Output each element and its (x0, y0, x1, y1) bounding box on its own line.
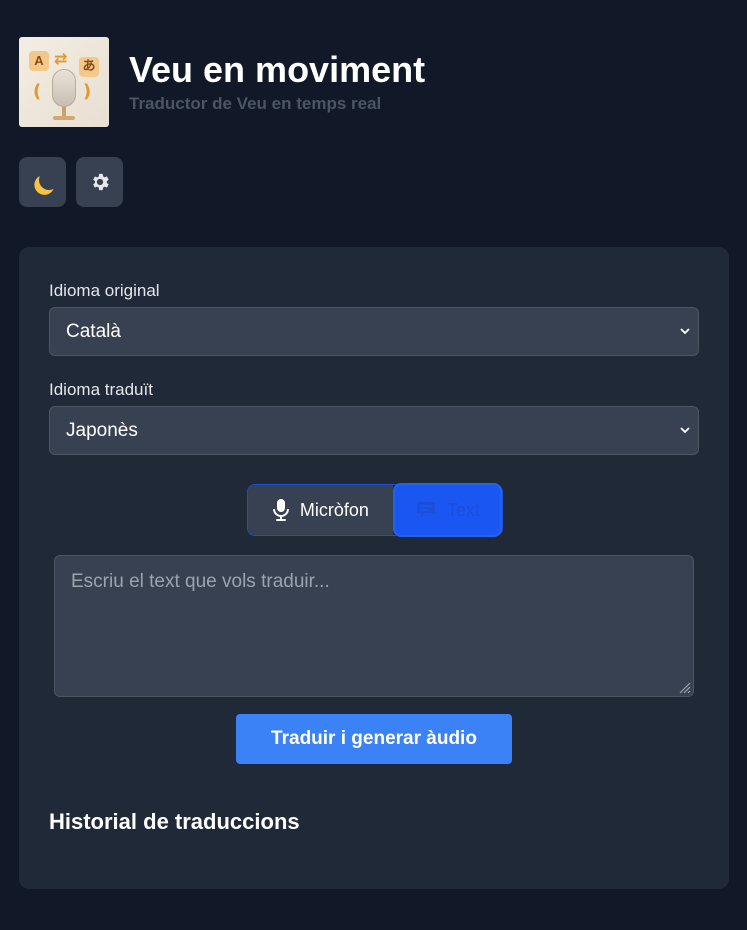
chat-bubble-icon (416, 502, 435, 517)
text-mode-button[interactable]: Text (392, 483, 502, 537)
microphone-logo-icon (52, 69, 76, 107)
settings-button[interactable] (76, 157, 123, 207)
target-language-label: Idioma traduït (49, 380, 153, 399)
moon-icon (36, 167, 62, 193)
sound-wave-left-icon: ( (33, 81, 42, 102)
title-block: Veu en moviment Traductor de Veu en temp… (129, 50, 425, 114)
target-language-select[interactable]: Japonès (49, 406, 699, 455)
input-mode-toggle: Micròfon Text (247, 483, 503, 537)
app-header: A ⇄ あ ( ) Veu en moviment Traductor de V… (19, 37, 425, 127)
translator-card: Idioma original Català Idioma traduït Ja… (19, 247, 729, 889)
history-title: Historial de traduccions (49, 809, 300, 834)
microphone-mode-label: Micròfon (299, 499, 369, 520)
app-title: Veu en moviment (129, 49, 426, 91)
sound-wave-right-icon: ) (83, 81, 92, 102)
source-language-select[interactable]: Català (49, 307, 699, 356)
translate-button[interactable]: Traduir i generar àudio (236, 714, 512, 764)
text-input[interactable]: Escriu el text que vols traduir... (54, 555, 694, 697)
mic-base (53, 116, 75, 120)
theme-toggle-button[interactable] (19, 157, 66, 207)
microphone-icon (272, 499, 289, 521)
source-language-label: Idioma original (49, 281, 160, 300)
resize-handle-icon[interactable] (677, 680, 691, 694)
text-input-placeholder: Escriu el text que vols traduir... (71, 571, 330, 592)
text-mode-label: Text (446, 499, 480, 520)
chevron-down-icon (680, 427, 690, 434)
app-logo: A ⇄ あ ( ) (19, 37, 109, 127)
gear-icon (89, 171, 111, 193)
source-language-value: Català (66, 321, 121, 342)
logo-tile-japanese: あ (79, 57, 99, 77)
app-subtitle: Traductor de Veu en temps real (129, 93, 382, 113)
microphone-mode-button[interactable]: Micròfon (248, 485, 393, 535)
target-language-value: Japonès (66, 420, 138, 441)
swap-arrows-icon: ⇄ (54, 49, 68, 68)
toolbar (19, 157, 123, 207)
chevron-down-icon (680, 328, 690, 335)
logo-tile-latin: A (29, 51, 49, 71)
